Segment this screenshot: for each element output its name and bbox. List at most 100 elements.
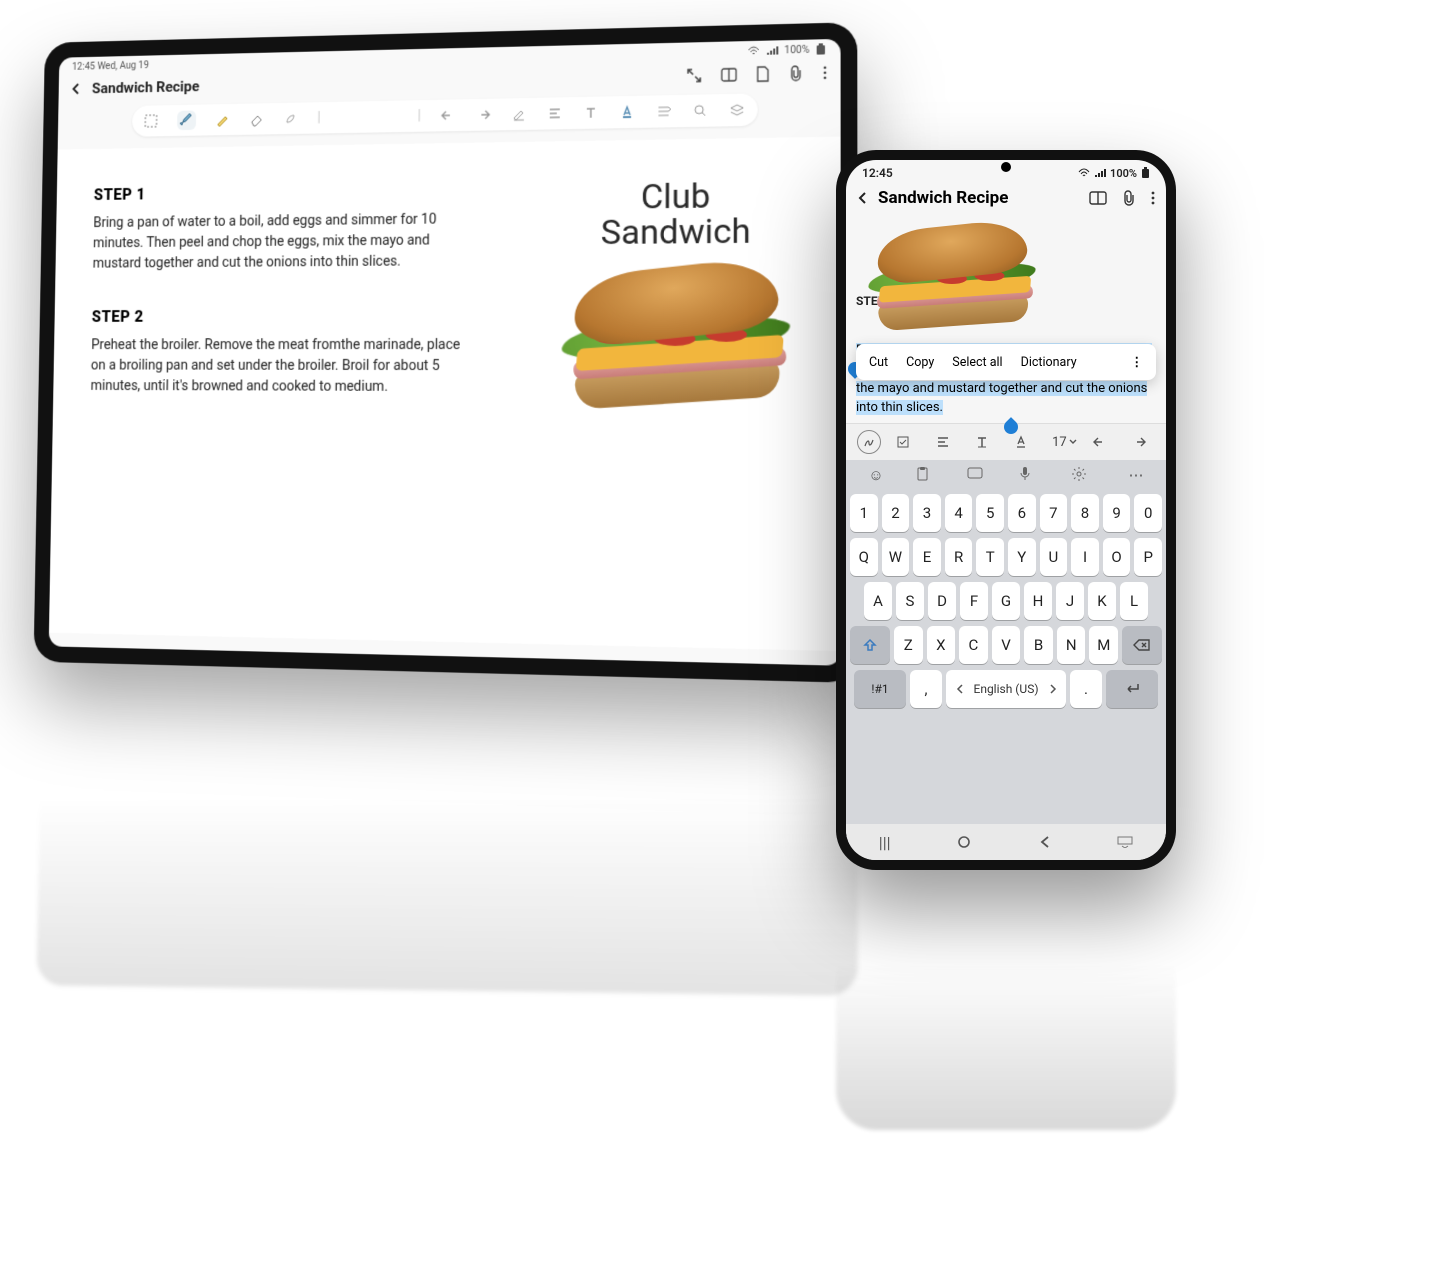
text-format-icon[interactable]	[974, 434, 998, 450]
back-icon[interactable]	[70, 82, 83, 96]
tablet-note-title: Sandwich Recipe	[92, 78, 200, 98]
enter-key[interactable]	[1106, 670, 1158, 708]
backspace-key[interactable]	[1122, 626, 1162, 664]
key-t[interactable]: T	[976, 538, 1004, 576]
tablet-note-body[interactable]: STEP 1 Bring a pan of water to a boil, a…	[49, 137, 841, 652]
phone-note-body[interactable]: STEP 1 Cut Copy Select all Dictionary ⋮ …	[846, 216, 1166, 423]
attachment-icon[interactable]	[1121, 190, 1136, 207]
text-tool-icon[interactable]	[583, 103, 599, 123]
key-n[interactable]: N	[1057, 626, 1086, 664]
key-d[interactable]: D	[928, 582, 956, 620]
key-z[interactable]: Z	[894, 626, 923, 664]
key-u[interactable]: U	[1040, 538, 1068, 576]
key-r[interactable]: R	[945, 538, 973, 576]
shape-tool-icon[interactable]	[283, 108, 299, 128]
undo-icon[interactable]	[440, 105, 456, 125]
layers-icon[interactable]	[729, 100, 745, 121]
android-navbar: |||	[846, 824, 1166, 860]
handwriting-icon[interactable]	[511, 104, 527, 124]
keyboard-more-icon[interactable]: ⋯	[1123, 466, 1149, 484]
highlighter-tool-icon[interactable]	[214, 110, 229, 130]
more-icon[interactable]	[822, 65, 828, 81]
attachment-icon[interactable]	[789, 65, 804, 82]
handwriting-mode-icon[interactable]	[857, 430, 881, 454]
emoji-icon[interactable]: ☺	[863, 466, 889, 484]
key-1[interactable]: 1	[850, 494, 878, 532]
spacebar[interactable]: English (US)	[946, 670, 1066, 708]
key-y[interactable]: Y	[1008, 538, 1036, 576]
key-i[interactable]: I	[1071, 538, 1099, 576]
recents-icon[interactable]: |||	[879, 833, 891, 852]
reading-mode-icon[interactable]	[1089, 190, 1107, 207]
shift-key[interactable]	[850, 626, 890, 664]
context-dictionary[interactable]: Dictionary	[1012, 351, 1086, 374]
clipboard-icon[interactable]	[915, 466, 941, 484]
reading-mode-icon[interactable]	[721, 67, 737, 83]
key-p[interactable]: P	[1134, 538, 1162, 576]
key-x[interactable]: X	[927, 626, 956, 664]
key-7[interactable]: 7	[1040, 494, 1068, 532]
key-j[interactable]: J	[1056, 582, 1084, 620]
key-b[interactable]: B	[1024, 626, 1053, 664]
key-q[interactable]: Q	[850, 538, 878, 576]
redo-icon[interactable]	[476, 105, 492, 125]
context-copy[interactable]: Copy	[897, 351, 943, 374]
selection-tool-icon[interactable]	[143, 111, 158, 131]
sandwich-label-line2: Sandwich	[601, 211, 751, 253]
page-icon[interactable]	[756, 66, 770, 82]
back-icon[interactable]	[856, 191, 870, 205]
key-5[interactable]: 5	[976, 494, 1004, 532]
key-4[interactable]: 4	[945, 494, 973, 532]
eraser-tool-icon[interactable]	[248, 109, 263, 129]
key-k[interactable]: K	[1088, 582, 1116, 620]
phone-header: Sandwich Recipe	[846, 182, 1166, 216]
zoom-icon[interactable]	[692, 100, 708, 120]
key-s[interactable]: S	[896, 582, 924, 620]
voice-input-icon[interactable]	[1019, 466, 1045, 484]
comma-key[interactable]: ,	[910, 670, 942, 708]
more-icon[interactable]	[1150, 190, 1156, 207]
key-8[interactable]: 8	[1071, 494, 1099, 532]
key-6[interactable]: 6	[1008, 494, 1036, 532]
key-a[interactable]: A	[864, 582, 892, 620]
signal-icon	[766, 45, 778, 55]
undo-icon[interactable]	[1092, 434, 1116, 450]
redo-icon[interactable]	[1131, 434, 1155, 450]
key-w[interactable]: W	[882, 538, 910, 576]
back-nav-icon[interactable]	[1038, 835, 1052, 849]
period-key[interactable]: .	[1070, 670, 1102, 708]
font-size-number: 17	[1052, 435, 1067, 450]
key-0[interactable]: 0	[1134, 494, 1162, 532]
battery-icon	[1141, 167, 1150, 179]
key-m[interactable]: M	[1089, 626, 1118, 664]
font-size-value[interactable]: 17	[1052, 435, 1077, 450]
key-e[interactable]: E	[913, 538, 941, 576]
context-cut[interactable]: Cut	[860, 351, 897, 374]
key-h[interactable]: H	[1024, 582, 1052, 620]
key-v[interactable]: V	[992, 626, 1021, 664]
context-select-all[interactable]: Select all	[943, 351, 1011, 374]
keyboard-hide-icon[interactable]	[1117, 836, 1133, 848]
key-l[interactable]: L	[1120, 582, 1148, 620]
keyboard-mode-icon[interactable]	[967, 466, 993, 484]
key-9[interactable]: 9	[1103, 494, 1131, 532]
key-2[interactable]: 2	[882, 494, 910, 532]
align-icon[interactable]	[547, 103, 563, 123]
text-style-icon[interactable]	[935, 434, 959, 450]
key-f[interactable]: F	[960, 582, 988, 620]
font-color-icon[interactable]	[1013, 434, 1037, 450]
keyboard-language: English (US)	[974, 682, 1039, 696]
spacing-icon[interactable]	[656, 101, 672, 121]
font-color-icon[interactable]	[619, 102, 635, 122]
expand-icon[interactable]	[686, 67, 702, 83]
key-3[interactable]: 3	[913, 494, 941, 532]
home-icon[interactable]	[956, 834, 972, 850]
context-more-icon[interactable]: ⋮	[1122, 350, 1153, 374]
key-c[interactable]: C	[959, 626, 988, 664]
symbols-key[interactable]: !#1	[854, 670, 906, 708]
key-o[interactable]: O	[1103, 538, 1131, 576]
key-g[interactable]: G	[992, 582, 1020, 620]
settings-icon[interactable]	[1071, 466, 1097, 484]
checklist-icon[interactable]	[896, 434, 920, 450]
pen-tool-icon[interactable]	[177, 110, 196, 130]
